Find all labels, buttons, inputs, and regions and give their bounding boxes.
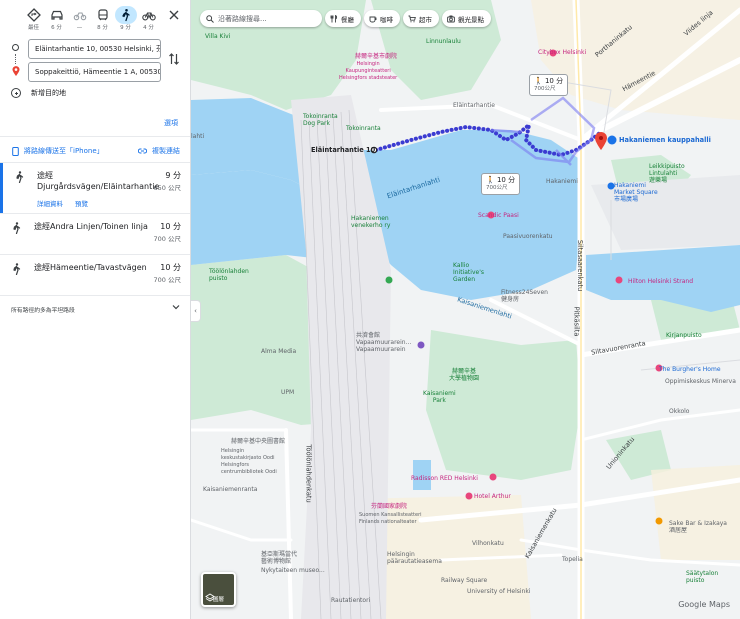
map-base: [191, 0, 740, 619]
transit-icon: [97, 9, 108, 21]
chevron-down-icon[interactable]: [172, 304, 180, 310]
send-to-phone-button[interactable]: 將路線傳送至「iPhone」: [12, 146, 104, 156]
best-route-icon: [26, 8, 41, 22]
chip-attractions[interactable]: 觀光景點: [442, 10, 491, 27]
map-canvas[interactable]: 沿著路線搜尋... 餐廳 咖啡 超市 觀光景點 🚶 10 分 700公尺 🚶 1…: [191, 0, 740, 619]
route-via: 途經 Djurgårdsvägen/Eläintarhantie: [37, 171, 160, 191]
destination-pin-icon: [12, 66, 20, 76]
divider: [0, 136, 190, 137]
route-time: 10 分: [160, 263, 181, 272]
mode-walking[interactable]: 9 分: [114, 6, 137, 32]
start-label: Eläintarhantie 10: [311, 146, 376, 154]
divider: [0, 295, 190, 296]
route-option-3[interactable]: 途經Hämeentie/Tavastvägen 10 分 700 公尺: [0, 255, 190, 295]
origin-dot-icon: [12, 44, 19, 51]
route-via: 途經Hämeentie/Tavastvägen: [34, 263, 147, 272]
mode-motorcycle[interactable]: —: [68, 6, 91, 32]
copy-link-button[interactable]: 複製連結: [138, 146, 180, 156]
details-link[interactable]: 詳細資料: [37, 198, 63, 208]
options-link[interactable]: 選項: [164, 118, 178, 128]
travel-mode-bar: 最佳 6 分 — 8 分 9 分 4 分: [22, 6, 160, 32]
car-icon: [50, 10, 63, 20]
layers-button[interactable]: 圖層: [201, 572, 236, 607]
route-distance: 700 公尺: [153, 276, 181, 284]
search-along-route-input[interactable]: 沿著路線搜尋...: [200, 10, 322, 27]
chip-coffee[interactable]: 咖啡: [364, 10, 400, 27]
cart-icon: [408, 15, 416, 22]
restaurant-icon: [330, 14, 338, 22]
share-row: 將路線傳送至「iPhone」 複製連結: [12, 146, 180, 156]
route-option-2[interactable]: 途經Andra Linjen/Toinen linja 10 分 700 公尺: [0, 214, 190, 254]
add-destination-button[interactable]: 新增目的地: [11, 88, 66, 98]
route-via: 途經Andra Linjen/Toinen linja: [34, 222, 148, 231]
walking-icon: [121, 9, 130, 22]
mode-transit[interactable]: 8 分: [91, 6, 114, 32]
destination-input[interactable]: Soppakeittiö, Hämeentie 1 A, 00530 Helsi: [28, 62, 161, 82]
swap-icon[interactable]: [168, 52, 180, 66]
mode-best[interactable]: 最佳: [22, 6, 45, 32]
preview-link[interactable]: 預覽: [75, 198, 88, 208]
add-icon: [11, 88, 21, 98]
search-icon: [206, 14, 214, 23]
all-routes-note: 所有路徑約多為平坦路段: [11, 308, 75, 314]
route-option-1[interactable]: 途經 Djurgårdsvägen/Eläintarhantie 9 分 650…: [0, 163, 190, 213]
route-callout[interactable]: 🚶 10 分 700公尺: [481, 173, 521, 195]
chip-restaurants[interactable]: 餐廳: [325, 10, 361, 27]
mode-driving[interactable]: 6 分: [45, 6, 68, 32]
directions-panel: 最佳 6 分 — 8 分 9 分 4 分 Eläintarhantie 10, …: [0, 0, 191, 619]
walking-icon: [16, 171, 24, 183]
route-time: 10 分: [160, 222, 181, 231]
origin-input[interactable]: Eläintarhantie 10, 00530 Helsinki, 芬蘭: [28, 39, 161, 59]
google-maps-attribution: Google Maps: [678, 600, 730, 609]
route-callout[interactable]: 🚶 10 分 700公尺: [529, 74, 569, 96]
route-distance: 700 公尺: [153, 235, 181, 243]
route-connector: [15, 54, 16, 64]
chip-groceries[interactable]: 超市: [403, 10, 439, 27]
walking-icon: [13, 222, 21, 234]
motorcycle-icon: [73, 12, 86, 21]
link-icon: [138, 148, 147, 154]
phone-icon: [12, 146, 19, 156]
collapse-panel-button[interactable]: ‹: [191, 300, 201, 322]
close-icon[interactable]: [167, 8, 181, 22]
walking-icon: [13, 263, 21, 275]
bicycle-icon: [141, 12, 156, 21]
mode-cycling[interactable]: 4 分: [137, 6, 160, 32]
route-time: 9 分: [165, 171, 181, 180]
coffee-icon: [369, 16, 377, 22]
route-distance: 650 公尺: [153, 184, 181, 192]
destination-label[interactable]: Hakaniemen kauppahalli: [619, 137, 711, 144]
map-search-bar: 沿著路線搜尋... 餐廳 咖啡 超市 觀光景點: [200, 10, 491, 27]
camera-icon: [447, 15, 455, 22]
